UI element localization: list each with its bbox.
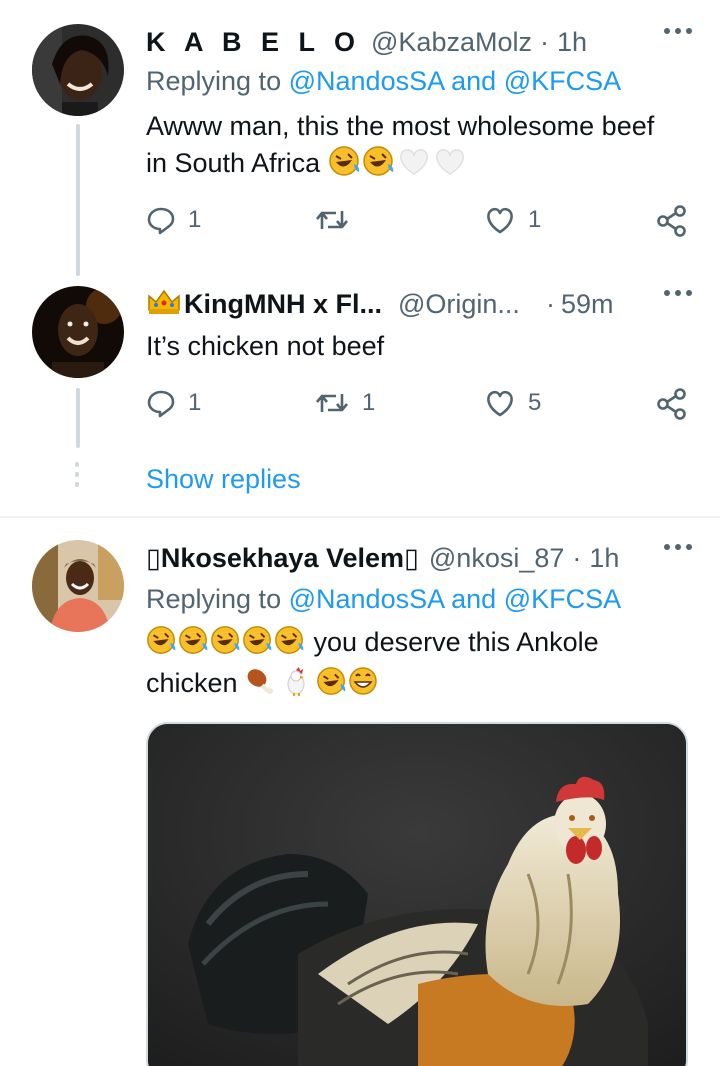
name-glyph-left: ▯ (146, 542, 161, 573)
avatar[interactable] (32, 286, 124, 378)
rolling-laughing-emoji (178, 625, 210, 665)
rolling-laughing-emoji (328, 146, 362, 186)
timestamp[interactable]: 1h (589, 543, 619, 574)
reply-button[interactable]: 1 (146, 205, 201, 235)
like-button[interactable]: 1 (484, 205, 541, 235)
tweet-kabelo[interactable]: K A B E L O @KabzaMolz · 1h Replying to … (0, 0, 720, 280)
thread-line (76, 124, 80, 276)
rolling-laughing-emoji (316, 666, 348, 706)
user-handle[interactable]: @Origin... (398, 289, 520, 320)
more-icon[interactable] (664, 544, 692, 550)
separator-dot: · (540, 26, 549, 57)
display-name[interactable]: K A B E L O (146, 27, 361, 58)
like-count: 1 (528, 206, 542, 233)
rolling-laughing-emoji (210, 625, 242, 665)
rolling-laughing-emoji (274, 625, 306, 665)
thread-line (76, 388, 80, 448)
white-heart-emoji (396, 146, 432, 186)
like-count: 5 (528, 389, 542, 416)
retweet-count: 1 (362, 389, 376, 416)
rooster-photo (148, 724, 686, 1066)
more-replies-indicator (75, 462, 79, 487)
display-name[interactable]: KingMNH x Fl... (184, 289, 382, 320)
reply-icon (147, 207, 175, 235)
retweet-icon (316, 394, 348, 412)
user-handle[interactable]: @nkosi_87 (429, 543, 565, 574)
mention-link[interactable]: @NandosSA (289, 66, 444, 96)
tweet-kingmnh[interactable]: KingMNH x Fl... @Origin... · 59m It’s ch… (0, 280, 720, 516)
replying-to: Replying to @NandosSA and @KFCSA (146, 66, 622, 96)
avatar[interactable] (32, 24, 124, 116)
like-button[interactable]: 5 (484, 388, 541, 418)
reply-icon (147, 390, 175, 418)
rolling-laughing-emoji (242, 625, 274, 665)
rooster-emoji (283, 666, 309, 706)
timestamp[interactable]: 59m (561, 289, 614, 320)
share-button[interactable] (656, 205, 688, 237)
retweet-button[interactable] (314, 205, 362, 235)
mention-link[interactable]: @KFCSA (504, 584, 621, 614)
more-icon[interactable] (664, 28, 692, 34)
rolling-laughing-emoji (146, 625, 178, 665)
white-heart-emoji (432, 146, 468, 186)
avatar[interactable] (32, 540, 124, 632)
poultry-leg-emoji (245, 666, 275, 706)
tweet-actions: 1 1 (146, 205, 692, 245)
retweet-icon (316, 211, 348, 229)
tweet-actions: 1 1 5 (146, 388, 692, 428)
timestamp[interactable]: 1h (557, 27, 587, 58)
reply-button[interactable]: 1 (146, 388, 201, 418)
share-icon (657, 388, 686, 420)
reply-count: 1 (188, 206, 202, 233)
retweet-button[interactable]: 1 (314, 388, 375, 418)
tweet-text: It’s chicken not beef (146, 331, 385, 361)
reply-count: 1 (188, 389, 202, 416)
share-button[interactable] (656, 388, 688, 420)
like-icon (487, 390, 513, 417)
display-name[interactable]: Nkosekhaya Velem (161, 543, 404, 574)
name-glyph-right: ▯ (404, 542, 419, 573)
grinning-emoji (348, 666, 378, 706)
rolling-laughing-emoji (362, 146, 396, 186)
show-replies-link[interactable]: Show replies (146, 464, 301, 495)
mention-link[interactable]: @KFCSA (504, 66, 621, 96)
tweet-text: you deserve this Ankole chicken (146, 624, 680, 706)
user-handle[interactable]: @KabzaMolz (371, 27, 532, 58)
separator-dot: · (545, 288, 555, 319)
tweet-media-image[interactable] (146, 722, 688, 1066)
separator-dot: · (572, 542, 582, 573)
share-icon (657, 205, 686, 237)
replying-to: Replying to @NandosSA and @KFCSA (146, 584, 622, 614)
more-icon[interactable] (664, 290, 692, 296)
crown-emoji (146, 286, 182, 323)
mention-link[interactable]: @NandosSA (289, 584, 444, 614)
like-icon (487, 207, 513, 234)
tweet-text: Awww man, this the most wholesome beef i… (146, 108, 680, 186)
